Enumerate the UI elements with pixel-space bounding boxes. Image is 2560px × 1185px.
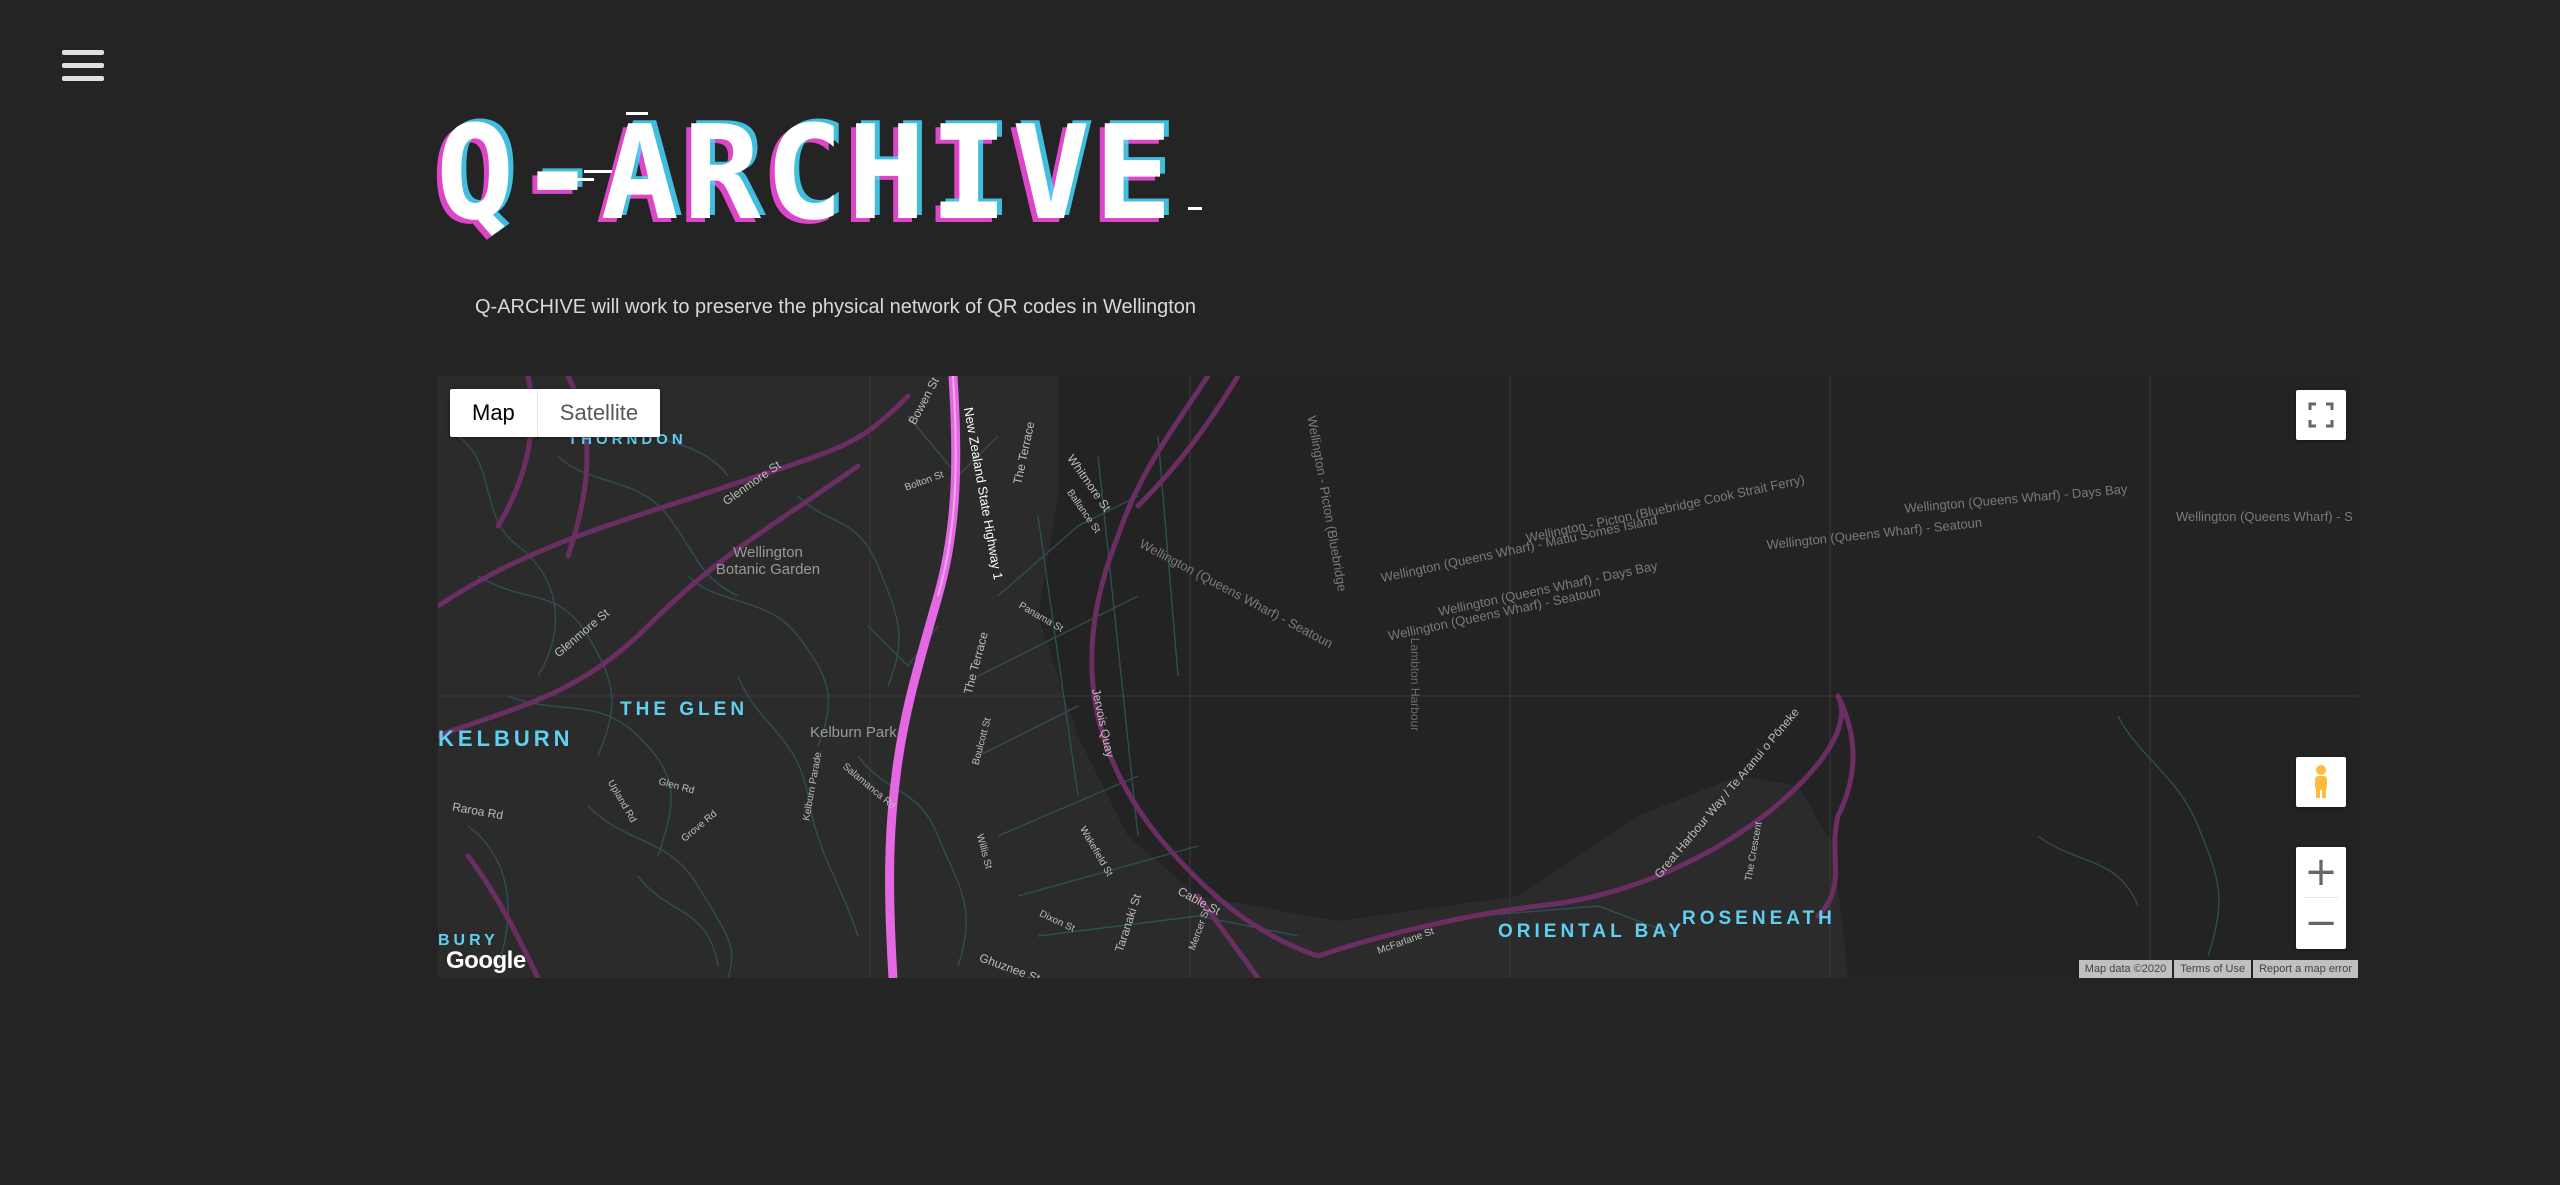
fullscreen-button[interactable] xyxy=(2296,390,2346,440)
menu-bar xyxy=(62,76,104,81)
map-type-satellite-button[interactable]: Satellite xyxy=(538,389,660,437)
terms-of-use-link[interactable]: Terms of Use xyxy=(2174,960,2252,978)
logo-glitch-line xyxy=(626,112,648,115)
street-view-button[interactable] xyxy=(2296,757,2346,807)
logo-glitch-line xyxy=(576,178,594,181)
site-description: Q-ARCHIVE will work to preserve the phys… xyxy=(475,296,1197,318)
map-tiles xyxy=(438,376,2358,978)
logo-text: Q-ARCHIVE xyxy=(436,97,1177,249)
fullscreen-icon xyxy=(2308,402,2334,428)
report-map-error-link[interactable]: Report a map error xyxy=(2253,960,2358,978)
street-view-pegman-icon xyxy=(2315,765,2327,798)
zoom-control: + − xyxy=(2296,847,2346,949)
map-canvas[interactable]: THORNDON THE GLEN KELBURN ORIENTAL BAY R… xyxy=(438,376,2358,978)
menu-bar xyxy=(62,63,104,68)
map-park-label: Kelburn Park xyxy=(810,724,897,741)
map-park-label: Lambton Harbour xyxy=(1408,637,1423,732)
map-area-label: ORIENTAL BAY xyxy=(1498,921,1686,942)
menu-bar xyxy=(62,50,104,55)
logo-glitch-line xyxy=(1188,207,1202,210)
map-type-control: Map Satellite xyxy=(450,389,661,437)
map-type-map-button[interactable]: Map xyxy=(450,389,538,437)
map-park-label: Wellington Botanic Garden xyxy=(715,544,821,578)
google-logo: Google xyxy=(446,947,526,974)
site-logo: Q-ARCHIVE Q-ARCHIVE Q-ARCHIVE xyxy=(431,95,1216,252)
zoom-out-minus-icon: − xyxy=(2304,900,2338,946)
map-area-label: KELBURN xyxy=(438,726,574,751)
map-data-credit: Map data ©2020 xyxy=(2078,960,2173,978)
zoom-in-plus-icon: + xyxy=(2304,849,2338,895)
hamburger-menu-icon[interactable] xyxy=(62,50,104,82)
map-area-label: THE GLEN xyxy=(620,699,749,720)
map-area-label: ROSENEATH xyxy=(1682,908,1836,929)
zoom-out-button[interactable]: − xyxy=(2296,898,2346,948)
logo-glitch-line xyxy=(584,170,612,173)
map-ferry-label: Wellington (Queens Wharf) - S xyxy=(2176,509,2353,524)
map-attribution: Map data ©2020 Terms of Use Report a map… xyxy=(2078,960,2358,978)
zoom-in-button[interactable]: + xyxy=(2296,847,2346,897)
